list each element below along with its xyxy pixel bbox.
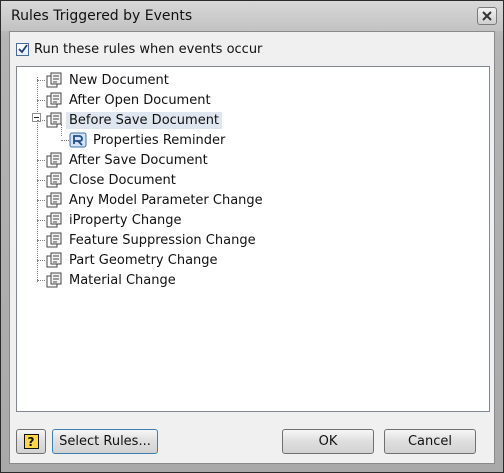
tree-item-label: Feature Suppression Change [69, 232, 256, 248]
tree-item-label: Properties Reminder [93, 132, 226, 148]
tree-guide-line [37, 160, 45, 161]
tree-guide-line [37, 240, 45, 241]
run-rules-option[interactable]: Run these rules when events occur [16, 41, 262, 57]
ok-button[interactable]: OK [282, 429, 374, 454]
tree-guide-line [37, 200, 45, 201]
event-node-icon [46, 112, 62, 128]
tree-guide-line [37, 100, 45, 101]
dialog-body: Run these rules when events occur New Do… [9, 31, 495, 464]
event-node-icon [46, 272, 62, 288]
event-node-icon [46, 232, 62, 248]
event-node-icon [46, 72, 62, 88]
select-rules-button[interactable]: Select Rules... [52, 429, 158, 454]
help-button[interactable]: ? [16, 429, 46, 454]
tree-item-label: After Open Document [69, 92, 211, 108]
event-node-icon [46, 172, 62, 188]
tree-guide-line [37, 260, 45, 261]
rule-icon [69, 132, 87, 148]
tree-item-event[interactable]: After Save Document [45, 150, 211, 170]
run-rules-label: Run these rules when events occur [34, 41, 263, 57]
tree-item-event[interactable]: Any Model Parameter Change [45, 190, 266, 210]
tree-guide-line [37, 220, 45, 221]
tree-item-label: After Save Document [69, 152, 208, 168]
help-icon: ? [23, 434, 39, 449]
tree-item-event[interactable]: Before Save Document [45, 110, 223, 130]
rules-dialog: Rules Triggered by Events Run these rule… [0, 0, 504, 473]
tree-item-label: Before Save Document [66, 111, 223, 129]
event-node-icon [46, 92, 62, 108]
tree-item-label: New Document [69, 72, 169, 88]
dialog-title: Rules Triggered by Events [11, 8, 193, 24]
tree-item-label: Any Model Parameter Change [69, 192, 263, 208]
tree-item-event[interactable]: New Document [45, 70, 172, 90]
tree-item-event[interactable]: iProperty Change [45, 210, 185, 230]
tree-guide-line [37, 80, 45, 81]
tree-item-label: Material Change [69, 272, 176, 288]
tree-guide-line [61, 140, 69, 141]
close-button[interactable] [477, 7, 497, 25]
tree-item-event[interactable]: Close Document [45, 170, 179, 190]
tree-guide-line [37, 180, 45, 181]
title-bar[interactable]: Rules Triggered by Events [1, 1, 503, 31]
tree-item-rule[interactable]: Properties Reminder [69, 130, 228, 150]
tree-item-event[interactable]: Part Geometry Change [45, 250, 221, 270]
tree-item-event[interactable]: After Open Document [45, 90, 214, 110]
tree-item-event[interactable]: Feature Suppression Change [45, 230, 259, 250]
run-rules-checkbox[interactable] [16, 42, 29, 56]
event-node-icon [46, 152, 62, 168]
event-node-icon [46, 192, 62, 208]
close-icon [482, 11, 492, 21]
cancel-button[interactable]: Cancel [384, 429, 476, 454]
tree-item-label: Close Document [69, 172, 176, 188]
tree-guide-line [37, 280, 45, 281]
event-node-icon [46, 252, 62, 268]
tree-guide-line [37, 120, 45, 121]
event-node-icon [46, 212, 62, 228]
tree-item-label: iProperty Change [69, 212, 182, 228]
checkmark-icon [17, 44, 28, 54]
tree-item-event[interactable]: Material Change [45, 270, 179, 290]
tree-item-label: Part Geometry Change [69, 252, 218, 268]
events-tree[interactable]: New Document After Open Document Before Sa… [16, 66, 490, 412]
